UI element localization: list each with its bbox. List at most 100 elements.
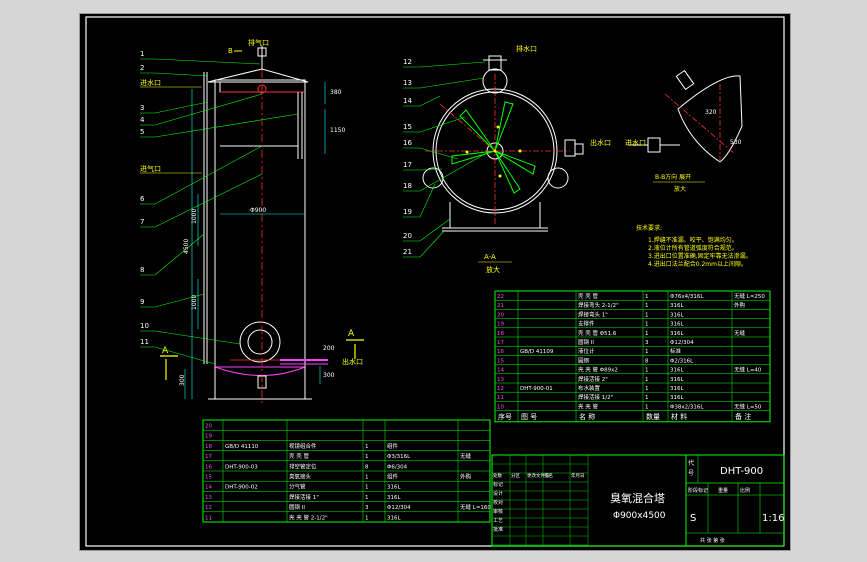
lower-table-cell: 1 (365, 475, 369, 481)
port-label-inlet-water: 进水口 (140, 78, 161, 87)
upper-table-cell: Φ38x2/316L (670, 404, 704, 410)
upper-table-cell: 3 (645, 340, 649, 346)
upper-table-cell: 1 (645, 303, 649, 309)
dim-1000a: 1000 (191, 209, 198, 224)
upper-table-cell: 13 (497, 377, 504, 383)
lower-table-cell: 壳 壳 管 2-1/2" (289, 513, 328, 521)
callout-4: 4 (140, 116, 145, 124)
lower-table-cell: 20 (205, 424, 212, 430)
upper-table-cell: 316L (670, 368, 684, 374)
technical-notes: 技术要求: 1.焊缝不准漏、咬平、饱满均匀。 2.液位计所有管道弧度符合规范。 … (636, 224, 752, 268)
upper-table-cell: 布水装置 (578, 384, 601, 392)
upper-table-cell: 焊接活接 2" (578, 375, 608, 383)
title-block: 处数 分区 更改文件号签名 年月日标记设计校对审核工艺批准臭氧混合塔Φ900x4500… (491, 454, 785, 547)
upper-table-cell: 无缝 L=250 (734, 292, 765, 300)
callout-1: 1 (140, 50, 144, 58)
sheet-info: 共 张 第 张 (700, 537, 725, 544)
upper-table-header: 数量 (646, 412, 660, 421)
lower-table-cell: 视镜组合件 (289, 442, 317, 450)
upper-table-cell: 11 (497, 395, 504, 401)
lower-table-cell: 1 (365, 444, 369, 450)
upper-table-cell: 21 (497, 303, 504, 309)
lower-table-cell: 无缝 (460, 452, 472, 460)
notes-line-2: 2.液位计所有管道弧度符合规范。 (648, 244, 738, 252)
callout-8: 8 (140, 266, 144, 274)
upper-table-cell: Φ76x4/316L (670, 294, 704, 300)
parts-list-lower: 201918 GB/D 41110 视镜组合件 1 组件17 壳 壳 管 1 Φ3/316L 无… (202, 419, 491, 523)
upper-table-cell: 16 (497, 349, 504, 355)
lower-table-cell: DHT-900-03 (225, 464, 258, 470)
lower-table-cell: 分气管 (289, 483, 306, 491)
upper-table-cell: 1 (645, 312, 649, 318)
lower-table-cell: 12 (205, 505, 212, 511)
title-block-row: 校对 (493, 499, 503, 506)
title-block-col: 分区 (511, 472, 520, 479)
lower-table-cell: 19 (205, 434, 212, 440)
upper-table-cell: Φ12/304 (670, 340, 694, 346)
upper-table-cell: 壳 壳 管 Φ51.6 (578, 329, 617, 337)
lower-table-cell: 316L (387, 485, 401, 491)
tank-elevation-view (203, 68, 328, 400)
callout-11: 11 (140, 338, 149, 346)
stage-mark: S (690, 513, 696, 524)
lower-table-cell: Φ12/304 (387, 505, 411, 511)
lower-table-cell: 316L (387, 515, 401, 521)
port-label-inlet-air: 进气口 (140, 164, 161, 173)
upper-table-header: 序号 (498, 412, 512, 421)
dimension-lines (184, 82, 326, 399)
section-label-B-B: B-B方向 展开 (655, 173, 691, 181)
upper-table-cell: 1 (645, 368, 649, 374)
upper-table-cell: 15 (497, 358, 504, 364)
callout-3: 3 (140, 104, 144, 112)
section-B-B-view (628, 69, 743, 163)
upper-table-cell: 圆钢 II (578, 338, 594, 346)
upper-table-cell: 316L (670, 395, 684, 401)
code-label-2: 号 (688, 470, 694, 477)
upper-table-cell: 标准 (670, 347, 682, 355)
upper-table-header: 材 料 (671, 412, 687, 421)
lower-table-cell: GB/D 41110 (225, 444, 259, 450)
dim-200: 200 (323, 345, 335, 352)
upper-table-cell: 焊接弯头 2-1/2" (578, 301, 619, 309)
callout-5: 5 (140, 128, 144, 136)
port-label-exhaust: 排气口 (248, 38, 269, 47)
lower-table-cell: 11 (205, 515, 212, 521)
callout-6: 6 (140, 195, 145, 203)
lower-table-cell: 3 (365, 505, 369, 511)
upper-table-cell: 1 (645, 349, 649, 355)
port-label-outlet-water: 出水口 (342, 357, 363, 366)
callout-10: 10 (140, 322, 149, 330)
title-block-col: 处数 (493, 472, 502, 479)
lower-table-cell: 13 (205, 495, 212, 501)
lower-table-cell: 316L (387, 495, 401, 501)
upper-table-cell: 1 (645, 386, 649, 392)
lower-table-cell: 1 (365, 485, 369, 491)
lower-table-cell: 17 (205, 454, 212, 460)
left-callouts: 1 2 3 4 5 6 7 8 9 10 11 (140, 50, 149, 346)
upper-table-cell: 焊接弯头 1" (578, 310, 608, 318)
upper-table-cell: 8 (645, 358, 649, 364)
upper-table-cell: 14 (497, 368, 504, 374)
parts-list-upper: 22 壳 壳 管 1 Φ76x4/316L 无缝 L=250 21 焊接弯头 2-1/2" 1… (494, 290, 771, 423)
upper-table-cell: 外购 (734, 301, 746, 309)
upper-table-cell: 18 (497, 331, 504, 337)
callout-2: 2 (140, 64, 144, 72)
lower-table-cell: 15 (205, 475, 212, 481)
lower-table-cell: 组件 (387, 473, 399, 481)
notes-line-4: 4.进出口法兰配合0.2mm以上间隙。 (648, 260, 747, 268)
title-block-row: 工艺 (493, 518, 503, 524)
lower-table-cell: 16 (205, 464, 212, 470)
upper-table-cell: 无缝 (734, 329, 746, 337)
upper-table-cell: 焊接活接 1/2" (578, 393, 613, 401)
upper-table-cell: 22 (497, 294, 504, 300)
tank-bottom-head (214, 366, 306, 376)
drawing-scale: 1:16 (762, 513, 784, 524)
lower-table-cell: 排空管定位 (289, 462, 317, 470)
lower-table-cell: 焊接活接 1" (289, 493, 319, 501)
upper-table-cell: 316L (670, 322, 684, 328)
dim-1150: 1150 (330, 127, 345, 134)
drawing-subtitle: Φ900x4500 (613, 511, 666, 521)
stage-col: 比例 (740, 487, 750, 494)
lower-table-cell: DHT-900-02 (225, 485, 258, 491)
view-mark-B: B (228, 47, 233, 55)
